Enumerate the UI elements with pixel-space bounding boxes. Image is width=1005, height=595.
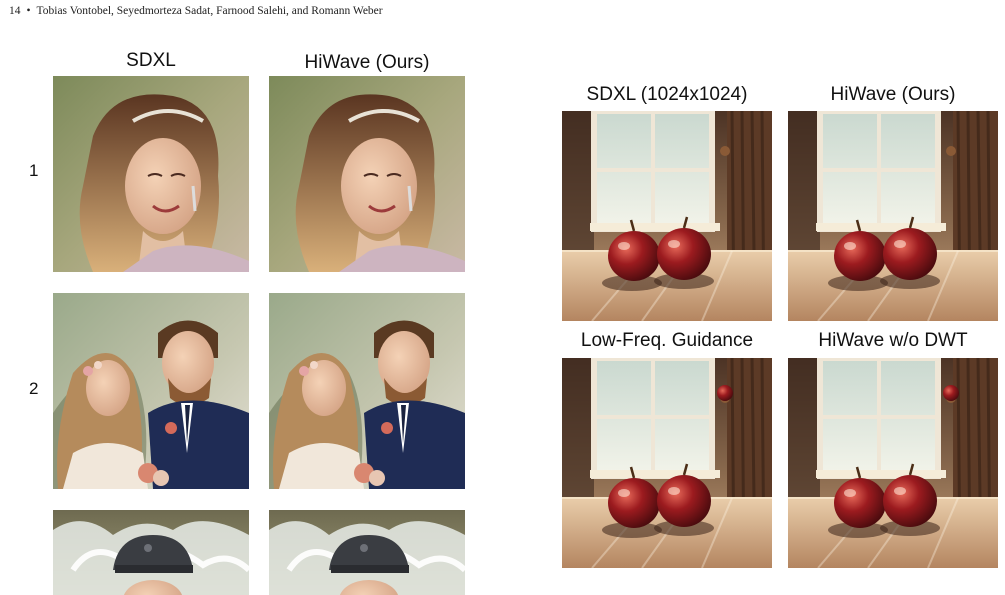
right-label-hiwave: HiWave (Ours) bbox=[830, 84, 956, 105]
left-column-label-hiwave: HiWave (Ours) bbox=[304, 52, 430, 73]
image-row1-hiwave bbox=[269, 76, 465, 272]
right-label-sdxl-1024: SDXL (1024x1024) bbox=[586, 84, 748, 105]
page-number: 14 bbox=[9, 5, 21, 17]
row-label-2: 2 bbox=[29, 379, 39, 398]
running-header: 14 • Tobias Vontobel, Seyedmorteza Sadat, … bbox=[9, 5, 383, 17]
image-row3-hiwave bbox=[269, 510, 465, 595]
image-row1-sdxl bbox=[53, 76, 249, 272]
left-column-label-sdxl: SDXL bbox=[126, 50, 176, 71]
header-authors: Tobias Vontobel, Seyedmorteza Sadat, Far… bbox=[36, 5, 383, 17]
header-separator: • bbox=[26, 5, 31, 17]
right-label-low-freq-guidance: Low-Freq. Guidance bbox=[580, 330, 754, 351]
image-apples-hiwave bbox=[788, 111, 998, 321]
image-apples-hiwave-wo-dwt bbox=[788, 358, 998, 568]
image-row2-sdxl bbox=[53, 293, 249, 489]
row-label-1: 1 bbox=[29, 161, 39, 180]
image-row3-sdxl bbox=[53, 510, 249, 595]
right-label-hiwave-wo-dwt: HiWave w/o DWT bbox=[818, 330, 968, 351]
image-row2-hiwave bbox=[269, 293, 465, 489]
image-apples-sdxl-1024 bbox=[562, 111, 772, 321]
image-apples-low-freq-guidance bbox=[562, 358, 772, 568]
